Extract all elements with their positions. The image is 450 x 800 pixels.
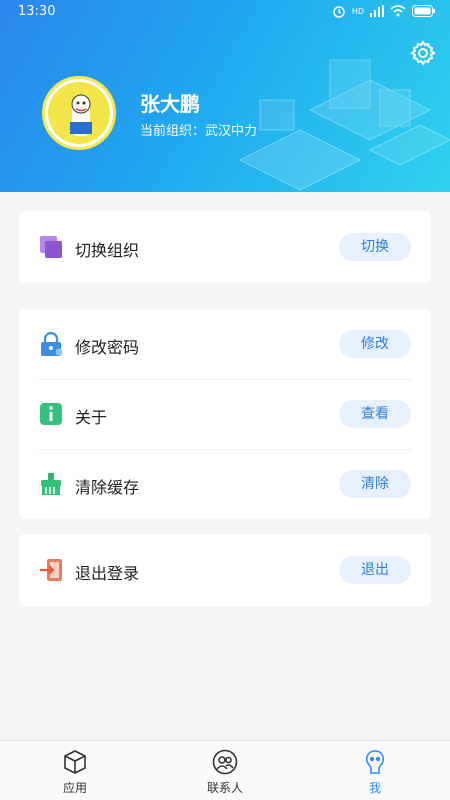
about-row[interactable]: 关于 查看 bbox=[19, 379, 431, 449]
tab-me[interactable]: 我 bbox=[300, 741, 450, 800]
info-icon bbox=[40, 403, 62, 425]
signal-icon bbox=[370, 5, 384, 17]
cube-icon bbox=[64, 750, 86, 774]
clear-cache-label: 清除缓存 bbox=[75, 478, 140, 497]
battery-icon bbox=[412, 5, 435, 17]
lock-icon bbox=[41, 332, 63, 356]
tab-contacts[interactable]: 联系人 bbox=[150, 741, 300, 800]
tab-apps-label: 应用 bbox=[62, 781, 87, 795]
profile-header: 13:30 HD 张大鹏 当前组织：武汉中力 bbox=[0, 0, 450, 192]
clear-cache-row[interactable]: 清除缓存 清除 bbox=[19, 449, 431, 519]
logout-button[interactable]: 退出 bbox=[339, 556, 411, 584]
avatar-image bbox=[48, 82, 110, 144]
logout-icon bbox=[40, 559, 62, 581]
logout-row[interactable]: 退出登录 退出 bbox=[19, 535, 431, 605]
bottom-tab-bar: 应用 联系人 我 bbox=[0, 740, 450, 800]
org-card: 切换组织 切换 bbox=[19, 211, 431, 283]
clear-cache-button[interactable]: 清除 bbox=[339, 470, 411, 498]
switch-org-row[interactable]: 切换组织 切换 bbox=[19, 212, 431, 282]
about-button[interactable]: 查看 bbox=[339, 400, 411, 428]
current-org: 当前组织：武汉中力 bbox=[140, 124, 258, 139]
switch-org-icon bbox=[40, 236, 62, 258]
change-password-button[interactable]: 修改 bbox=[339, 330, 411, 358]
alarm-icon bbox=[333, 6, 345, 18]
settings-card: 修改密码 修改 关于 查看 清除缓存 清除 bbox=[19, 309, 431, 519]
avatar[interactable] bbox=[42, 76, 116, 150]
status-time: 13:30 bbox=[18, 4, 56, 19]
logout-card: 退出登录 退出 bbox=[19, 534, 431, 606]
wifi-icon bbox=[390, 5, 406, 17]
tab-apps[interactable]: 应用 bbox=[0, 741, 150, 800]
tab-contacts-label: 联系人 bbox=[206, 781, 243, 795]
broom-icon bbox=[41, 473, 61, 495]
switch-org-label: 切换组织 bbox=[75, 241, 140, 260]
change-password-row[interactable]: 修改密码 修改 bbox=[19, 309, 431, 379]
tab-me-label: 我 bbox=[368, 781, 381, 795]
network-type-label: HD bbox=[351, 6, 364, 16]
contacts-icon bbox=[212, 749, 238, 775]
settings-gear-icon[interactable] bbox=[410, 40, 436, 66]
switch-org-button[interactable]: 切换 bbox=[339, 233, 411, 261]
about-label: 关于 bbox=[75, 408, 108, 427]
status-bar: 13:30 HD bbox=[0, 0, 450, 24]
me-icon bbox=[365, 750, 385, 774]
user-name: 张大鹏 bbox=[140, 92, 200, 116]
change-password-label: 修改密码 bbox=[75, 338, 140, 357]
logout-label: 退出登录 bbox=[75, 564, 140, 583]
cartoon-avatar-icon bbox=[70, 94, 92, 136]
